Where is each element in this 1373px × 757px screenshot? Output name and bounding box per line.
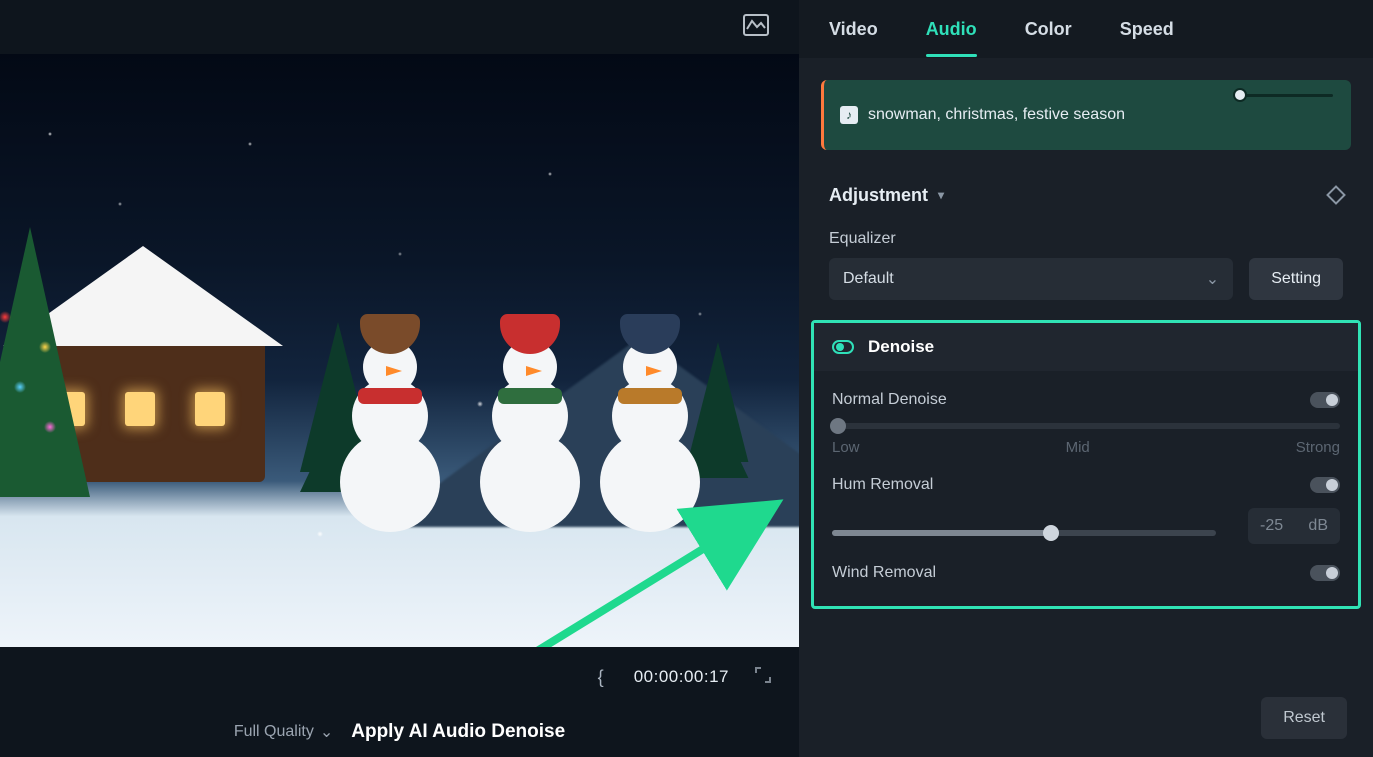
hum-value: -25: [1260, 517, 1283, 535]
playback-quality-label: Full Quality: [234, 723, 314, 741]
preview-pane: { 00:00:00:17 Full Quality ⌄ Apply AI Au…: [0, 0, 799, 757]
legend-strong: Strong: [1296, 439, 1340, 456]
clip-volume-slider[interactable]: [1233, 90, 1333, 100]
scene-snowman: [470, 332, 590, 532]
tab-speed[interactable]: Speed: [1120, 3, 1174, 56]
normal-denoise-label: Normal Denoise: [832, 391, 947, 409]
normal-denoise-legend: Low Mid Strong: [832, 439, 1340, 456]
section-adjustment-label: Adjustment: [829, 185, 928, 206]
panel-tabs: Video Audio Color Speed: [799, 0, 1373, 58]
playback-quality-dropdown[interactable]: Full Quality ⌄: [234, 722, 333, 742]
equalizer-select[interactable]: Default ⌄: [829, 258, 1233, 300]
denoise-title: Denoise: [868, 337, 934, 357]
equalizer-value: Default: [843, 270, 894, 288]
timecode-display[interactable]: 00:00:00:17: [634, 667, 729, 687]
preview-header: [0, 0, 799, 54]
chevron-down-icon: ⌄: [320, 722, 333, 742]
legend-low: Low: [832, 439, 860, 456]
tutorial-caption: Apply AI Audio Denoise: [351, 721, 565, 743]
hum-removal-slider[interactable]: [832, 530, 1216, 536]
preview-controls: { 00:00:00:17: [0, 647, 799, 707]
properties-panel: Video Audio Color Speed ♪ snowman, chris…: [799, 0, 1373, 757]
chevron-down-icon: ⌄: [1206, 269, 1219, 289]
tab-color[interactable]: Color: [1025, 3, 1072, 56]
audio-clip-title: snowman, christmas, festive season: [868, 106, 1125, 124]
video-preview[interactable]: [0, 54, 799, 647]
legend-mid: Mid: [1066, 439, 1090, 456]
mark-in-button[interactable]: {: [592, 667, 610, 688]
wind-removal-field: Wind Removal: [814, 544, 1358, 582]
equalizer-label: Equalizer: [829, 230, 1343, 248]
scopes-icon[interactable]: [743, 14, 769, 41]
keyframe-button[interactable]: [1326, 185, 1346, 205]
wind-removal-label: Wind Removal: [832, 564, 936, 582]
denoise-header[interactable]: Denoise: [814, 323, 1358, 371]
panel-footer: Reset: [799, 679, 1373, 757]
music-icon: ♪: [840, 106, 858, 124]
tab-video[interactable]: Video: [829, 3, 878, 56]
scene-christmas-tree: [0, 227, 90, 497]
normal-denoise-slider[interactable]: [832, 423, 1340, 429]
hum-removal-label: Hum Removal: [832, 476, 933, 494]
hum-removal-field: Hum Removal -25 dB: [814, 456, 1358, 544]
equalizer-field: Equalizer Default ⌄ Setting: [799, 216, 1373, 300]
reset-button[interactable]: Reset: [1261, 697, 1347, 739]
tab-audio[interactable]: Audio: [926, 3, 977, 56]
denoise-enable-toggle[interactable]: [832, 340, 854, 354]
denoise-section: Denoise Normal Denoise Low Mid Strong: [811, 320, 1361, 609]
hum-unit: dB: [1308, 517, 1328, 535]
hum-removal-readout[interactable]: -25 dB: [1248, 508, 1340, 544]
section-adjustment-header[interactable]: Adjustment ▾: [799, 174, 1373, 216]
preview-footer: Full Quality ⌄ Apply AI Audio Denoise: [0, 707, 799, 757]
chevron-down-icon: ▾: [938, 188, 944, 202]
audio-clip-card[interactable]: ♪ snowman, christmas, festive season: [821, 80, 1351, 150]
expand-icon[interactable]: [753, 665, 773, 690]
wind-removal-toggle[interactable]: [1310, 565, 1340, 581]
scene-snowman: [590, 332, 710, 532]
normal-denoise-field: Normal Denoise Low Mid Strong: [814, 371, 1358, 456]
scene-snowman: [330, 332, 450, 532]
normal-denoise-toggle[interactable]: [1310, 392, 1340, 408]
panel-body: ♪ snowman, christmas, festive season Adj…: [799, 58, 1373, 679]
hum-removal-toggle[interactable]: [1310, 477, 1340, 493]
equalizer-setting-button[interactable]: Setting: [1249, 258, 1343, 300]
